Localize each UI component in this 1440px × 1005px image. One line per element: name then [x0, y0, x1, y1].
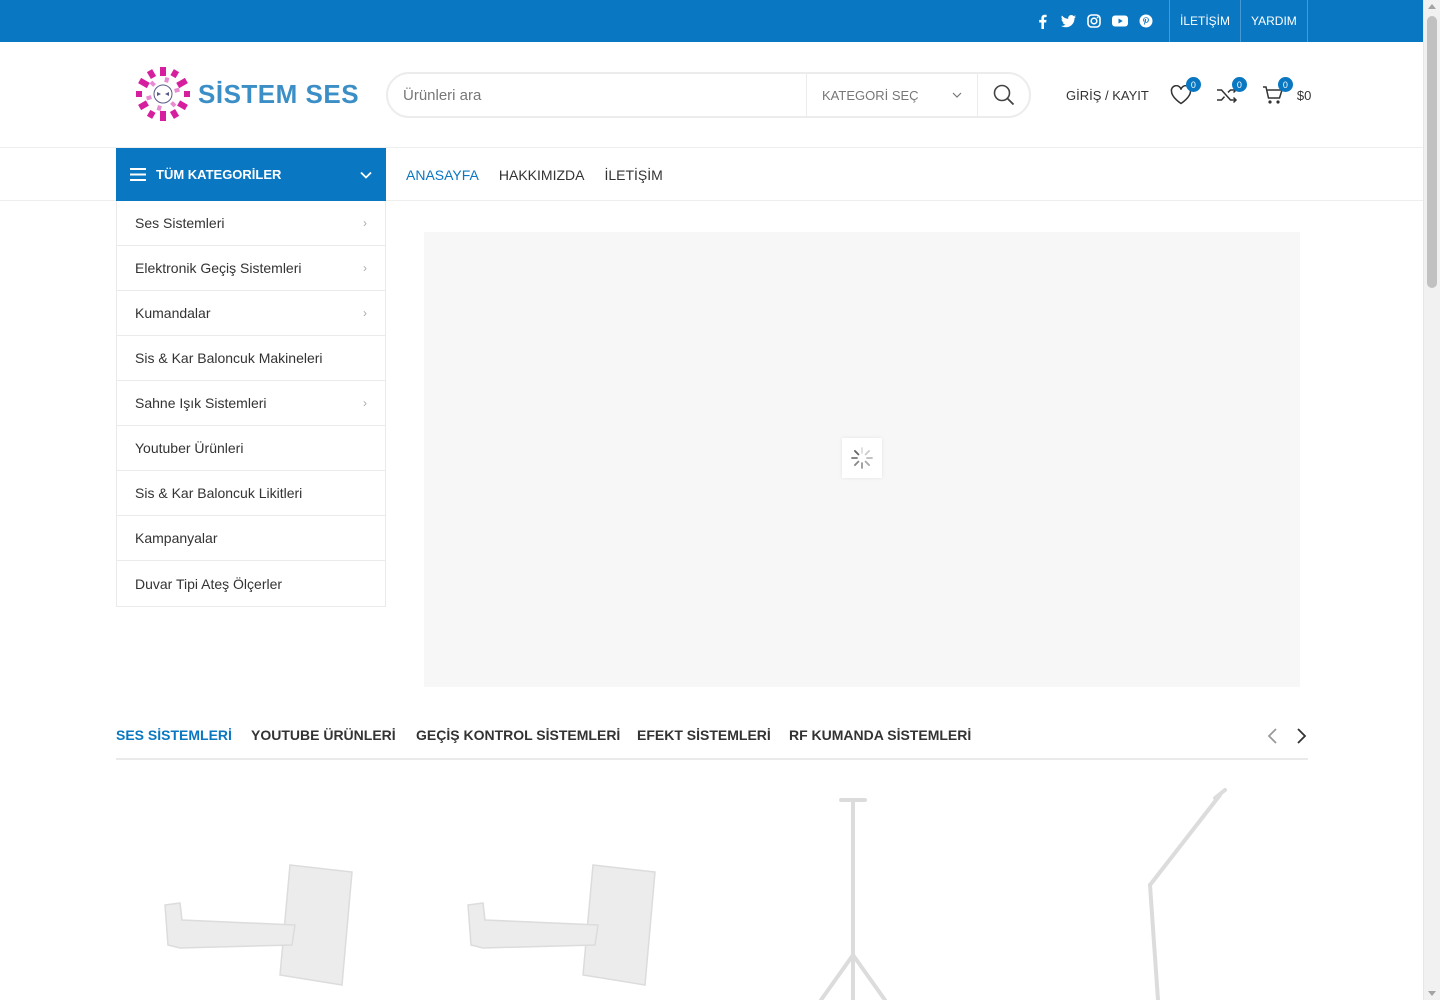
top-link-contact[interactable]: İLETİŞİM — [1169, 0, 1240, 42]
tab-gecis-kontrol[interactable]: GEÇİŞ KONTROL SİSTEMLERİ — [416, 727, 620, 743]
main-nav: ANASAYFA HAKKIMIZDA İLETİŞİM — [406, 148, 663, 201]
chevron-down-icon — [952, 92, 962, 98]
search-button[interactable] — [977, 74, 1029, 116]
site-header: SİSTEM SES KATEGORİ SEÇ GİRİŞ / KAYIT 0 … — [0, 42, 1423, 148]
tab-arrows — [1266, 727, 1308, 745]
cart-button[interactable]: 0 — [1261, 77, 1293, 107]
site-logo[interactable]: SİSTEM SES — [134, 65, 359, 123]
navigation-row: TÜM KATEGORİLER ANASAYFA HAKKIMIZDA İLET… — [0, 148, 1423, 201]
wishlist-button[interactable]: 0 — [1169, 77, 1201, 107]
category-item-label: Ses Sistemleri — [135, 215, 225, 231]
page-scrollbar[interactable] — [1423, 0, 1440, 1000]
header-tools: GİRİŞ / KAYIT 0 0 0 $0 — [1066, 77, 1311, 110]
boom-microphone-stand-image — [1148, 788, 1227, 1002]
search-icon — [993, 84, 1014, 106]
category-item-sahne-isik[interactable]: Sahne Işık Sistemleri › — [117, 381, 385, 426]
category-item-sis-kar-likitleri[interactable]: Sis & Kar Baloncuk Likitleri — [117, 471, 385, 516]
chevron-left-icon[interactable] — [1266, 727, 1280, 745]
scroll-down-icon[interactable] — [1428, 991, 1436, 996]
category-select-label: KATEGORİ SEÇ — [822, 87, 919, 103]
tab-efekt-sistemleri[interactable]: EFEKT SİSTEMLERİ — [637, 727, 771, 743]
chevron-right-icon: › — [363, 261, 367, 275]
category-item-elektronik-gecis[interactable]: Elektronik Geçiş Sistemleri › — [117, 246, 385, 291]
login-register-link[interactable]: GİRİŞ / KAYIT — [1066, 88, 1149, 103]
category-item-label: Sis & Kar Baloncuk Likitleri — [135, 485, 303, 501]
speaker-wall-bracket-image — [467, 864, 656, 986]
chevron-down-icon — [360, 171, 372, 179]
category-item-label: Duvar Tipi Ateş Ölçerler — [135, 575, 283, 592]
nav-item-home[interactable]: ANASAYFA — [406, 167, 479, 183]
loading-spinner-icon — [842, 438, 882, 478]
all-categories-button[interactable]: TÜM KATEGORİLER — [116, 148, 386, 201]
product-card[interactable] — [1010, 780, 1290, 1002]
category-item-sis-kar-makineleri[interactable]: Sis & Kar Baloncuk Makineleri — [117, 336, 385, 381]
all-categories-label: TÜM KATEGORİLER — [156, 167, 282, 182]
twitter-icon[interactable] — [1060, 13, 1076, 29]
category-item-label: Sis & Kar Baloncuk Makineleri — [135, 350, 323, 366]
top-links: İLETİŞİM YARDIM — [1169, 0, 1308, 42]
chevron-right-icon: › — [363, 306, 367, 320]
top-bar: İLETİŞİM YARDIM — [0, 0, 1423, 42]
nav-item-contact[interactable]: İLETİŞİM — [604, 167, 662, 183]
scrollbar-thumb[interactable] — [1427, 16, 1437, 288]
menu-icon — [130, 168, 146, 181]
instagram-icon[interactable] — [1086, 13, 1102, 29]
facebook-icon[interactable] — [1034, 13, 1050, 29]
tab-rf-kumanda[interactable]: RF KUMANDA SİSTEMLERİ — [789, 727, 971, 743]
category-item-label: Elektronik Geçiş Sistemleri — [135, 260, 302, 276]
speaker-wall-bracket-image — [164, 864, 353, 986]
product-tabs: SES SİSTEMLERİ YOUTUBE ÜRÜNLERİ GEÇİŞ KO… — [116, 715, 1308, 760]
cart-total[interactable]: $0 — [1297, 88, 1311, 103]
compare-count-badge: 0 — [1231, 77, 1247, 92]
cart-count-badge: 0 — [1277, 77, 1293, 92]
logo-text: SİSTEM SES — [198, 78, 360, 109]
tab-ses-sistemleri[interactable]: SES SİSTEMLERİ — [116, 727, 232, 743]
nav-item-about[interactable]: HAKKIMIZDA — [499, 167, 585, 183]
pinterest-icon[interactable] — [1138, 13, 1154, 29]
chevron-right-icon: › — [363, 396, 367, 410]
category-item-label: Kampanyalar — [135, 530, 218, 546]
category-select[interactable]: KATEGORİ SEÇ — [806, 74, 977, 116]
tab-youtube-urunleri[interactable]: YOUTUBE ÜRÜNLERİ — [251, 727, 396, 743]
category-item-kumandalar[interactable]: Kumandalar › — [117, 291, 385, 336]
top-link-help[interactable]: YARDIM — [1240, 0, 1308, 42]
wishlist-count-badge: 0 — [1185, 77, 1201, 92]
tripod-speaker-stand-image — [819, 798, 887, 1002]
search-bar: KATEGORİ SEÇ — [386, 72, 1031, 118]
search-input[interactable] — [388, 74, 806, 116]
category-item-kampanyalar[interactable]: Kampanyalar — [117, 516, 385, 561]
youtube-icon[interactable] — [1112, 13, 1128, 29]
compare-button[interactable]: 0 — [1215, 77, 1247, 107]
product-card[interactable] — [433, 780, 713, 1000]
product-card[interactable] — [713, 780, 993, 1002]
category-item-label: Youtuber Ürünleri — [135, 440, 244, 456]
chevron-right-icon[interactable] — [1294, 727, 1308, 745]
product-card[interactable] — [130, 780, 410, 1000]
category-item-ates-olcerler[interactable]: Duvar Tipi Ateş Ölçerler — [117, 561, 385, 606]
category-item-youtuber[interactable]: Youtuber Ürünleri — [117, 426, 385, 471]
category-item-label: Kumandalar — [135, 305, 211, 321]
chevron-right-icon: › — [363, 216, 367, 230]
scroll-up-icon[interactable] — [1428, 4, 1436, 9]
category-item-ses-sistemleri[interactable]: Ses Sistemleri › — [117, 201, 385, 246]
logo-emblem-icon — [136, 67, 190, 121]
social-links — [1034, 0, 1154, 42]
category-item-label: Sahne Işık Sistemleri — [135, 395, 267, 411]
category-sidebar: Ses Sistemleri › Elektronik Geçiş Sistem… — [116, 201, 386, 607]
